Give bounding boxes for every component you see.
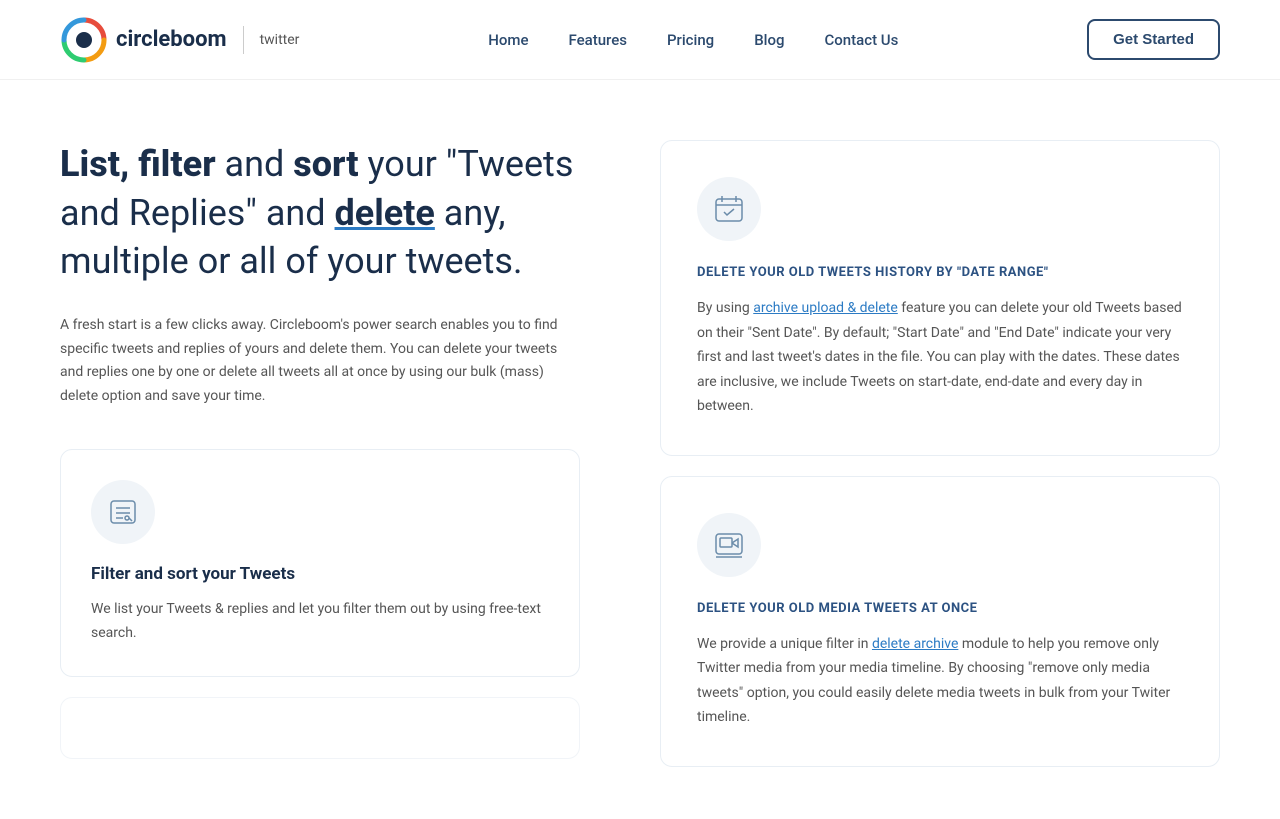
logo-sub-text: twitter xyxy=(260,32,300,48)
main-content: List, filter and sort your "Tweets and R… xyxy=(0,80,1280,819)
hero-heading-bold1: List, filter xyxy=(60,143,216,185)
filter-card-desc: We list your Tweets & replies and let yo… xyxy=(91,598,549,646)
nav-link-blog[interactable]: Blog xyxy=(754,31,784,49)
desc-after-1: feature you can delete your old Tweets b… xyxy=(697,300,1182,414)
date-range-card: DELETE YOUR OLD TWEETS HISTORY BY "DATE … xyxy=(660,140,1220,456)
media-icon-wrap xyxy=(697,513,761,577)
right-column: DELETE YOUR OLD TWEETS HISTORY BY "DATE … xyxy=(640,140,1220,779)
logo-divider xyxy=(243,26,244,54)
delete-archive-link[interactable]: delete archive xyxy=(872,636,958,652)
hero-heading: List, filter and sort your "Tweets and R… xyxy=(60,140,580,286)
left-column: List, filter and sort your "Tweets and R… xyxy=(60,140,640,779)
logo-icon xyxy=(60,16,108,64)
filter-icon xyxy=(107,496,139,528)
nav-link-home[interactable]: Home xyxy=(488,31,528,49)
date-range-card-title: DELETE YOUR OLD TWEETS HISTORY BY "DATE … xyxy=(697,265,1183,280)
desc-before-1: By using xyxy=(697,300,753,316)
media-tweets-card-desc: We provide a unique filter in delete arc… xyxy=(697,632,1183,730)
logo-brand-text: circleboom xyxy=(116,27,227,52)
nav-link-contact[interactable]: Contact Us xyxy=(825,31,899,49)
navbar: circleboom twitter Home Features Pricing… xyxy=(0,0,1280,80)
filter-icon-wrap xyxy=(91,480,155,544)
media-tweets-card: DELETE YOUR OLD MEDIA TWEETS AT ONCE We … xyxy=(660,476,1220,767)
hero-heading-delete: delete xyxy=(335,192,435,234)
calendar-check-icon xyxy=(713,193,745,225)
logo[interactable]: circleboom twitter xyxy=(60,16,299,64)
desc-before-2: We provide a unique filter in xyxy=(697,636,872,652)
filter-card: Filter and sort your Tweets We list your… xyxy=(60,449,580,677)
nav-links: Home Features Pricing Blog Contact Us xyxy=(488,30,898,49)
date-range-icon-wrap xyxy=(697,177,761,241)
media-tweets-card-title: DELETE YOUR OLD MEDIA TWEETS AT ONCE xyxy=(697,601,1183,616)
nav-link-features[interactable]: Features xyxy=(568,31,626,49)
get-started-button[interactable]: Get Started xyxy=(1087,19,1220,60)
hero-heading-and1: and xyxy=(225,143,294,185)
archive-upload-delete-link[interactable]: archive upload & delete xyxy=(753,300,898,316)
date-range-card-desc: By using archive upload & delete feature… xyxy=(697,296,1183,419)
nav-link-pricing[interactable]: Pricing xyxy=(667,31,714,49)
stub-card xyxy=(60,697,580,759)
filter-card-title: Filter and sort your Tweets xyxy=(91,564,549,584)
media-archive-icon xyxy=(713,529,745,561)
hero-heading-bold2: sort xyxy=(293,143,358,185)
hero-description: A fresh start is a few clicks away. Circ… xyxy=(60,314,580,409)
